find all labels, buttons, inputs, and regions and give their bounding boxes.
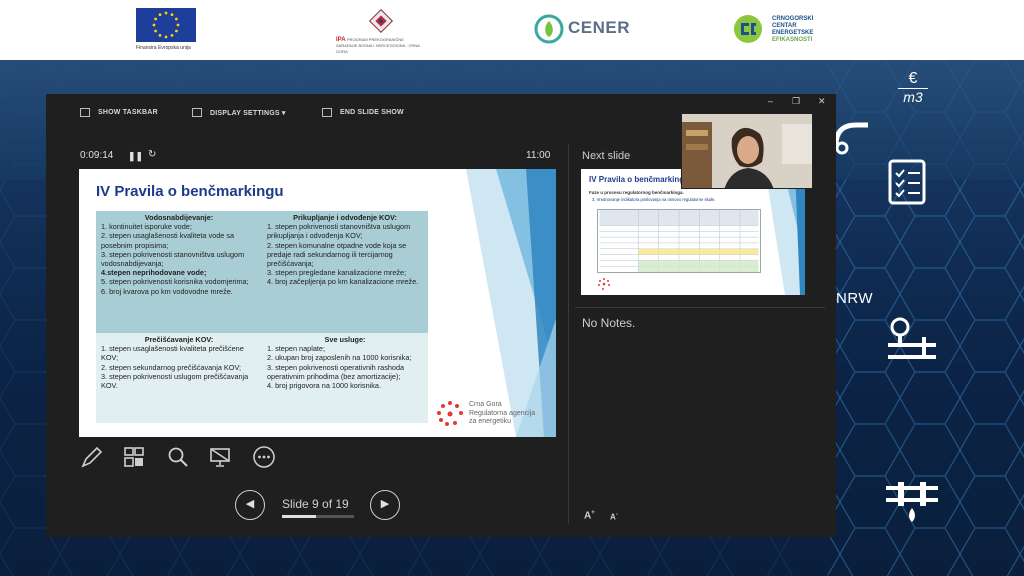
pen-icon[interactable] bbox=[80, 445, 104, 469]
slide-progress-fill bbox=[282, 515, 317, 518]
cell-item: 4. broj prigovora na 1000 korisnika. bbox=[267, 381, 381, 391]
cell-heading: Prečišćavanje KOV: bbox=[144, 335, 214, 344]
previous-slide-button[interactable]: ◀ bbox=[235, 490, 265, 520]
agency-dots-icon bbox=[437, 401, 463, 426]
slide-title: IV Pravila o benčmarkingu bbox=[96, 183, 284, 200]
right-hex-icons: € m3 bbox=[828, 60, 1024, 576]
next-slide-title: IV Pravila o benčmarkingu bbox=[589, 175, 690, 184]
cell-item: 2. ukupan broj zaposlenih na 1000 korisn… bbox=[267, 353, 412, 363]
decrease-font-button[interactable]: A- bbox=[610, 512, 618, 522]
valve-pipes-icon bbox=[884, 315, 944, 375]
cell-item: 1. stepen naplate; bbox=[267, 344, 326, 354]
clock: 11:00 bbox=[526, 150, 551, 161]
cell-heading: Sve usluge: bbox=[324, 335, 366, 344]
ipa-emblem-icon bbox=[368, 8, 394, 34]
end-slide-show-button[interactable]: END SLIDE SHOW bbox=[322, 108, 404, 117]
cener-name: CENER bbox=[568, 18, 631, 37]
cell-item: 3. stepen pregledane kanalizacione mreže… bbox=[267, 268, 407, 278]
pause-icon[interactable]: ❚❚ bbox=[128, 151, 143, 162]
ccee-line3: ENERGETSKE bbox=[772, 30, 814, 36]
ccee-line1: CRNOGORSKI bbox=[772, 16, 814, 22]
agency-line2: Regulatorna agencija bbox=[469, 409, 536, 417]
ccee-line4: EFIKASNOSTI bbox=[772, 37, 813, 43]
table-cell-wastewater-treatment: Prečišćavanje KOV: 1. stepen usaglašenos… bbox=[96, 333, 262, 423]
show-taskbar-button[interactable]: SHOW TASKBAR bbox=[80, 108, 158, 117]
nrw-label: NRW bbox=[836, 290, 874, 307]
close-icon[interactable]: ✕ bbox=[818, 96, 826, 107]
panel-divider bbox=[568, 144, 569, 524]
slides-grid-icon[interactable] bbox=[122, 445, 146, 469]
cener-leaf-icon bbox=[534, 14, 564, 44]
checklist-icon bbox=[886, 155, 946, 215]
webcam-video bbox=[681, 113, 813, 189]
cell-heading: Vodosnabdijevanje: bbox=[144, 213, 214, 222]
cell-item: 3. stepen pokrivenosti operativnih rasho… bbox=[267, 362, 405, 381]
pipe-fitting-icon bbox=[828, 110, 888, 170]
display-settings-icon bbox=[192, 108, 202, 117]
eu-caption: Finansira Evropska unija bbox=[136, 45, 191, 51]
end-slide-show-label: END SLIDE SHOW bbox=[340, 109, 404, 116]
cell-item: 2. stepen komunalne otpadne vode koja se… bbox=[267, 240, 407, 269]
cell-item: 2. stepen sekundarnog prečišćavanja KOV; bbox=[101, 362, 242, 372]
cell-item: 4. broj začepljenja po km kanalizacione … bbox=[267, 277, 419, 287]
minimize-icon[interactable]: – bbox=[768, 96, 773, 106]
regulatory-agency-logo: Crna Gora Regulatorna agencija za energe… bbox=[435, 399, 555, 433]
more-options-icon[interactable] bbox=[252, 445, 276, 469]
ipa-program: PROGRAM PREKOGRANIČNE SARADNJE BOSNA I H… bbox=[336, 37, 420, 54]
elapsed-timer: 0:09:14 bbox=[80, 150, 114, 161]
cener-logo: CENER bbox=[534, 14, 634, 60]
current-slide[interactable]: IV Pravila o benčmarkingu Vodosnabdijeva… bbox=[79, 169, 556, 437]
cell-item: 3. stepen pokrivenosti uslugom prečišćav… bbox=[101, 371, 249, 391]
cell-item: 1. stepen pokrivenosti stanovništva uslu… bbox=[267, 222, 411, 241]
slide-progress-bar bbox=[282, 515, 354, 518]
ipa-logo: IPA PROGRAM PREKOGRANIČNE SARADNJE BOSNA… bbox=[336, 8, 426, 54]
ccee-logo: CRNOGORSKI CENTAR ENERGETSKE EFIKASNOSTI bbox=[728, 14, 818, 60]
zoom-icon[interactable] bbox=[166, 445, 190, 469]
ccee-line2: CENTAR bbox=[772, 23, 797, 29]
display-settings-button[interactable]: DISPLAY SETTINGS ▾ bbox=[192, 108, 286, 117]
speaker-notes: No Notes. bbox=[582, 316, 636, 330]
m3-symbol: m3 bbox=[903, 89, 923, 105]
next-slide-subtitle2: 3. Vrednovanje indikatora poslovanja na … bbox=[592, 197, 716, 202]
euro-symbol: € bbox=[908, 70, 918, 87]
table-cell-all-services: Sve usluge: 1. stepen naplate; 2. ukupan… bbox=[262, 333, 428, 423]
next-slide-agency-icon bbox=[598, 278, 610, 290]
display-settings-label: DISPLAY SETTINGS ▾ bbox=[210, 109, 286, 117]
show-taskbar-label: SHOW TASKBAR bbox=[98, 109, 158, 116]
cell-item: 2. stepen usaglašenosti kvaliteta vode s… bbox=[101, 231, 235, 250]
cell-item: 5. stepen pokrivenosti korisnika vodomje… bbox=[101, 277, 249, 287]
reset-timer-icon[interactable]: ↻ bbox=[148, 149, 156, 160]
eu-flag-icon bbox=[136, 8, 196, 42]
cell-item: 1. stepen usaglašenosti kvaliteta prečiš… bbox=[101, 344, 244, 363]
ccee-emblem-icon bbox=[734, 15, 762, 43]
next-slide-subtitle1: Faze u procesu regulatornog benčmarkinga… bbox=[589, 190, 684, 195]
next-slide-button[interactable]: ▶ bbox=[370, 490, 400, 520]
euro-per-m3-icon: € m3 bbox=[883, 70, 943, 130]
agency-line1: Crna Gora bbox=[469, 401, 502, 408]
agency-line3: za energetiku bbox=[469, 418, 512, 425]
table-cell-water-supply: Vodosnabdijevanje: 1. kontinuitet isporu… bbox=[96, 211, 262, 333]
cell-item: 6. broj kvarova po km vodovodne mreže. bbox=[101, 286, 233, 296]
increase-font-button[interactable]: A+ bbox=[584, 510, 595, 521]
slide-counter: Slide 9 of 19 bbox=[282, 497, 349, 511]
eu-logo: Finansira Evropska unija bbox=[136, 8, 198, 54]
restore-icon[interactable]: ❐ bbox=[792, 96, 800, 107]
cell-item: 1. kontinuitet isporuke vode; bbox=[101, 222, 192, 232]
notes-divider bbox=[575, 307, 825, 308]
next-slide-label: Next slide bbox=[582, 150, 631, 162]
presenter-video-frame bbox=[682, 114, 812, 188]
table-cell-wastewater-collection: Prikupljanje i odvođenje KOV: 1. stepen … bbox=[262, 211, 428, 333]
pipe-leak-icon bbox=[884, 472, 944, 532]
logo-bar: Finansira Evropska unija IPA PROGRAM PRE… bbox=[0, 0, 1024, 60]
cell-item: 4.stepen neprihodovane vode; bbox=[101, 268, 207, 278]
taskbar-icon bbox=[80, 108, 90, 117]
black-screen-icon[interactable] bbox=[208, 445, 232, 469]
end-show-icon bbox=[322, 108, 332, 117]
cell-item: 3. stepen pokrivenosti stanovništva uslu… bbox=[101, 249, 245, 269]
slide-decoration bbox=[446, 169, 556, 437]
next-slide-table bbox=[597, 209, 761, 273]
cell-heading: Prikupljanje i odvođenje KOV: bbox=[293, 213, 397, 222]
